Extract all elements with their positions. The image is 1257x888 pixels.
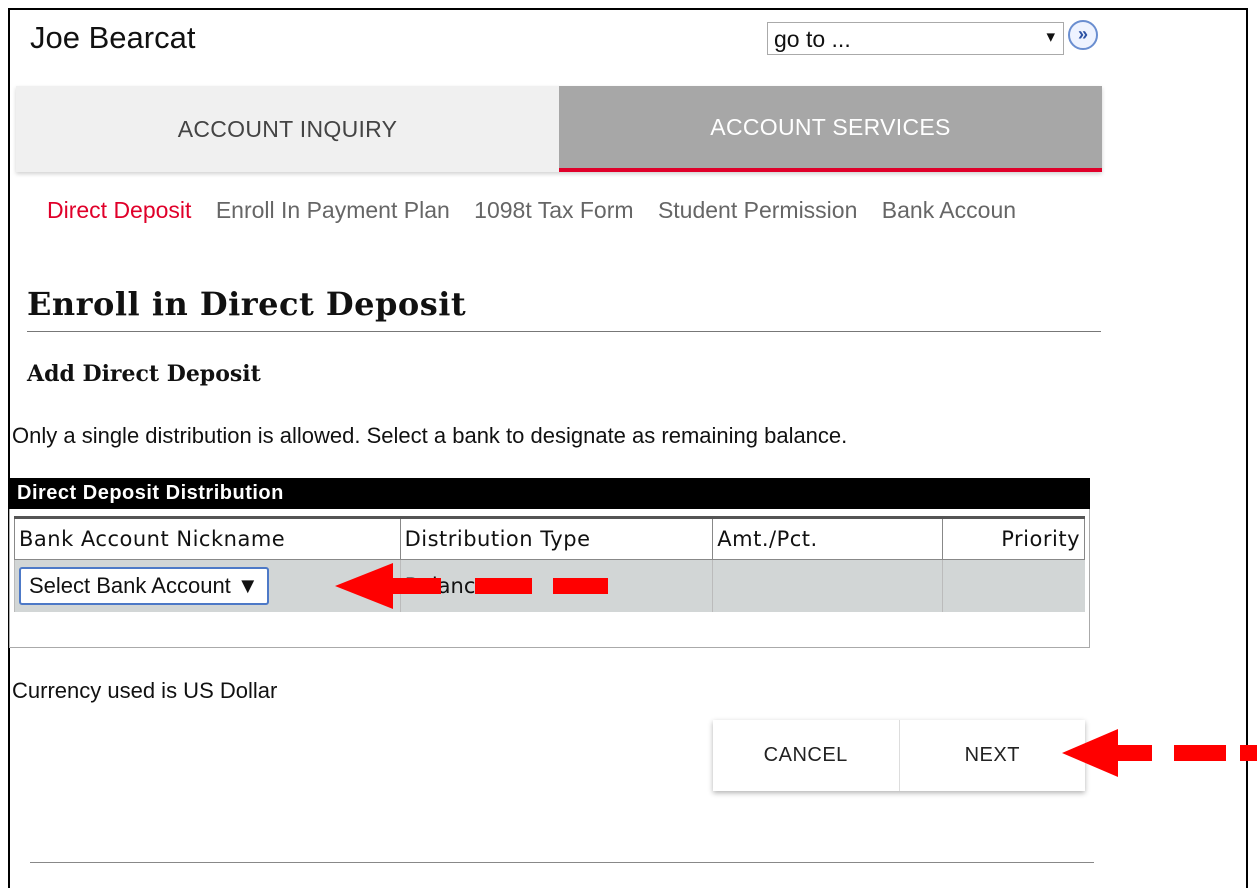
- user-name: Joe Bearcat: [30, 20, 196, 55]
- priority-cell: [942, 559, 1085, 612]
- bank-account-select[interactable]: Select Bank Account ▼: [19, 567, 269, 605]
- column-priority: Priority: [942, 516, 1085, 560]
- subnav-enroll-payment-plan[interactable]: Enroll In Payment Plan: [216, 197, 450, 223]
- go-forward-icon[interactable]: »: [1068, 20, 1098, 50]
- subnav-bank-account[interactable]: Bank Accoun: [882, 197, 1016, 223]
- subnav-1098t-tax-form[interactable]: 1098t Tax Form: [474, 197, 633, 223]
- page-title: Enroll in Direct Deposit: [27, 285, 467, 323]
- subnav-student-permission[interactable]: Student Permission: [658, 197, 857, 223]
- column-amt-pct: Amt./Pct.: [712, 516, 944, 560]
- instructions-text: Only a single distribution is allowed. S…: [12, 423, 848, 448]
- annotation-arrow-icon: [335, 563, 608, 609]
- currency-note: Currency used is US Dollar: [12, 678, 278, 703]
- main-tabs: ACCOUNT INQUIRY ACCOUNT SERVICES: [16, 86, 1102, 172]
- sub-navigation: Direct Deposit Enroll In Payment Plan 10…: [47, 197, 1034, 224]
- subnav-direct-deposit[interactable]: Direct Deposit: [47, 197, 191, 223]
- title-divider: [27, 331, 1101, 332]
- cancel-button[interactable]: CANCEL: [713, 720, 899, 791]
- distribution-table-header: Direct Deposit Distribution: [9, 478, 1090, 509]
- amount-cell: [712, 559, 943, 612]
- annotation-arrow-icon: [1062, 729, 1257, 777]
- action-buttons: CANCEL NEXT: [713, 720, 1085, 791]
- next-button[interactable]: NEXT: [898, 720, 1086, 791]
- column-headers: Bank Account Nickname Distribution Type …: [14, 516, 1085, 560]
- tab-account-services[interactable]: ACCOUNT SERVICES: [559, 86, 1102, 172]
- goto-select[interactable]: go to ... ▾: [767, 22, 1064, 55]
- bottom-divider: [30, 862, 1094, 863]
- dropdown-caret-icon: ▾: [1046, 27, 1055, 46]
- goto-select-value: go to ...: [774, 26, 851, 52]
- tab-account-inquiry[interactable]: ACCOUNT INQUIRY: [16, 86, 559, 172]
- column-bank-account-nickname: Bank Account Nickname: [14, 516, 401, 560]
- column-distribution-type: Distribution Type: [399, 516, 714, 560]
- section-title: Add Direct Deposit: [27, 361, 261, 387]
